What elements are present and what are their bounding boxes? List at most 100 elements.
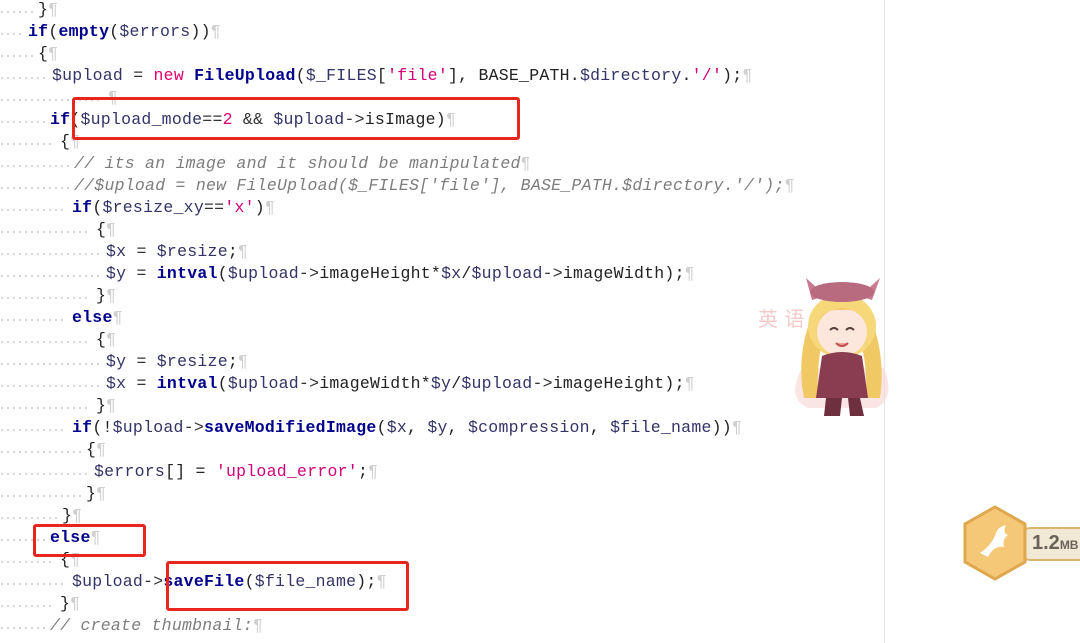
code-token: $upload bbox=[72, 572, 144, 591]
code-token: $directory bbox=[579, 66, 682, 85]
code-token: == bbox=[204, 198, 225, 217]
pilcrow-mark: ¶ bbox=[684, 374, 695, 393]
pilcrow-mark: ¶ bbox=[238, 352, 249, 371]
pilcrow-mark: ¶ bbox=[96, 484, 107, 503]
code-token: '/' bbox=[691, 66, 723, 85]
code-line: }¶ bbox=[96, 395, 116, 417]
code-token: $upload_mode bbox=[80, 110, 203, 129]
bird-icon bbox=[963, 505, 1027, 581]
pilcrow-mark: ¶ bbox=[70, 550, 81, 569]
whitespace-dots bbox=[1, 231, 87, 233]
pilcrow-mark: ¶ bbox=[520, 154, 531, 173]
code-token: $upload bbox=[112, 418, 184, 437]
code-token: ( bbox=[109, 22, 120, 41]
code-token: ( bbox=[217, 374, 228, 393]
code-token: intval bbox=[156, 374, 218, 393]
code-token: $y bbox=[427, 418, 448, 437]
whitespace-dots bbox=[1, 517, 57, 519]
code-editor[interactable]: }¶ if(empty($errors))¶ {¶ $upload = new Fil… bbox=[0, 0, 885, 643]
code-token: [ bbox=[376, 66, 388, 85]
pilcrow-mark: ¶ bbox=[253, 616, 264, 635]
code-line: else¶ bbox=[72, 307, 123, 329]
code-token: { bbox=[96, 220, 107, 239]
code-token: = bbox=[126, 242, 157, 261]
pilcrow-mark: ¶ bbox=[108, 88, 119, 107]
code-token: ; bbox=[227, 352, 238, 371]
whitespace-dots bbox=[1, 429, 63, 431]
code-token: { bbox=[60, 550, 71, 569]
whitespace-dots bbox=[1, 165, 69, 167]
code-token: -> bbox=[143, 572, 164, 591]
pilcrow-mark: ¶ bbox=[238, 242, 249, 261]
code-line: if(!$upload->saveModifiedImage($x, $y, $… bbox=[72, 417, 742, 439]
code-line: $y = $resize;¶ bbox=[106, 351, 248, 373]
code-token: 2 bbox=[222, 110, 233, 129]
code-token: $resize_xy bbox=[102, 198, 204, 217]
code-line: // create thumbnail:¶ bbox=[50, 615, 263, 637]
pilcrow-mark: ¶ bbox=[210, 22, 221, 41]
code-line: ¶ bbox=[108, 87, 118, 109]
code-line: $x = intval($upload->imageWidth*$y/$uplo… bbox=[106, 373, 695, 395]
code-token: $y bbox=[430, 374, 452, 393]
code-token: $upload bbox=[471, 264, 543, 283]
code-token: 'file' bbox=[387, 66, 448, 85]
code-line: {¶ bbox=[96, 219, 116, 241]
code-token: / bbox=[451, 374, 462, 393]
code-token: ; bbox=[357, 462, 369, 481]
code-token: // its an image and it should be manipul… bbox=[74, 154, 521, 173]
code-token: = bbox=[126, 374, 157, 393]
pilcrow-mark: ¶ bbox=[376, 572, 387, 591]
pilcrow-mark: ¶ bbox=[70, 594, 81, 613]
pilcrow-mark: ¶ bbox=[106, 220, 117, 239]
whitespace-dots bbox=[1, 473, 87, 475]
code-token: { bbox=[86, 440, 97, 459]
code-line: $y = intval($upload->imageHeight*$x/$upl… bbox=[106, 263, 695, 285]
file-size-unit: MB bbox=[1059, 538, 1079, 552]
code-token: } bbox=[62, 506, 73, 525]
code-line: {¶ bbox=[38, 43, 58, 65]
code-token: == bbox=[202, 110, 223, 129]
pilcrow-mark: ¶ bbox=[70, 132, 81, 151]
code-token: if bbox=[72, 198, 93, 217]
code-line: $upload = new FileUpload($_FILES['file']… bbox=[52, 65, 753, 87]
whitespace-dots bbox=[1, 77, 45, 79]
code-token: } bbox=[96, 286, 107, 305]
code-token: $errors bbox=[119, 22, 191, 41]
file-size-label: 1.2MB bbox=[1032, 532, 1078, 555]
whitespace-dots bbox=[1, 341, 87, 343]
code-token: -> bbox=[542, 264, 563, 283]
code-token: $upload bbox=[273, 110, 345, 129]
code-token: if bbox=[72, 418, 93, 437]
code-token: / bbox=[461, 264, 472, 283]
code-token: , bbox=[589, 418, 611, 437]
whitespace-dots bbox=[1, 407, 87, 409]
code-line: if(empty($errors))¶ bbox=[28, 21, 221, 43]
pilcrow-mark: ¶ bbox=[48, 44, 59, 63]
code-token: if bbox=[28, 22, 49, 41]
code-token: ( bbox=[244, 572, 255, 591]
code-line: //$upload = new FileUpload($_FILES['file… bbox=[74, 175, 795, 197]
code-token: else bbox=[50, 528, 91, 547]
code-token: ( bbox=[376, 418, 387, 437]
code-token: [] = bbox=[165, 462, 216, 481]
file-size-badge: 1.2MB bbox=[962, 505, 1080, 581]
whitespace-dots bbox=[1, 495, 81, 497]
code-token: && bbox=[232, 110, 274, 129]
code-token: if bbox=[50, 110, 71, 129]
pilcrow-mark: ¶ bbox=[72, 506, 83, 525]
code-token: , bbox=[407, 418, 428, 437]
file-size-number: 1.2 bbox=[1032, 532, 1060, 554]
code-line: }¶ bbox=[86, 483, 106, 505]
whitespace-dots bbox=[1, 11, 33, 13]
anime-mascot-sticker: 英 语 简 bbox=[758, 278, 889, 416]
code-line: {¶ bbox=[60, 549, 80, 571]
pilcrow-mark: ¶ bbox=[112, 308, 123, 327]
code-token: { bbox=[96, 330, 107, 349]
code-token: -> bbox=[344, 110, 365, 129]
code-token: )) bbox=[711, 418, 732, 437]
code-token: . bbox=[681, 66, 692, 85]
pilcrow-mark: ¶ bbox=[90, 528, 101, 547]
pilcrow-mark: ¶ bbox=[106, 330, 117, 349]
whitespace-dots bbox=[1, 627, 45, 629]
whitespace-dots bbox=[1, 275, 99, 277]
